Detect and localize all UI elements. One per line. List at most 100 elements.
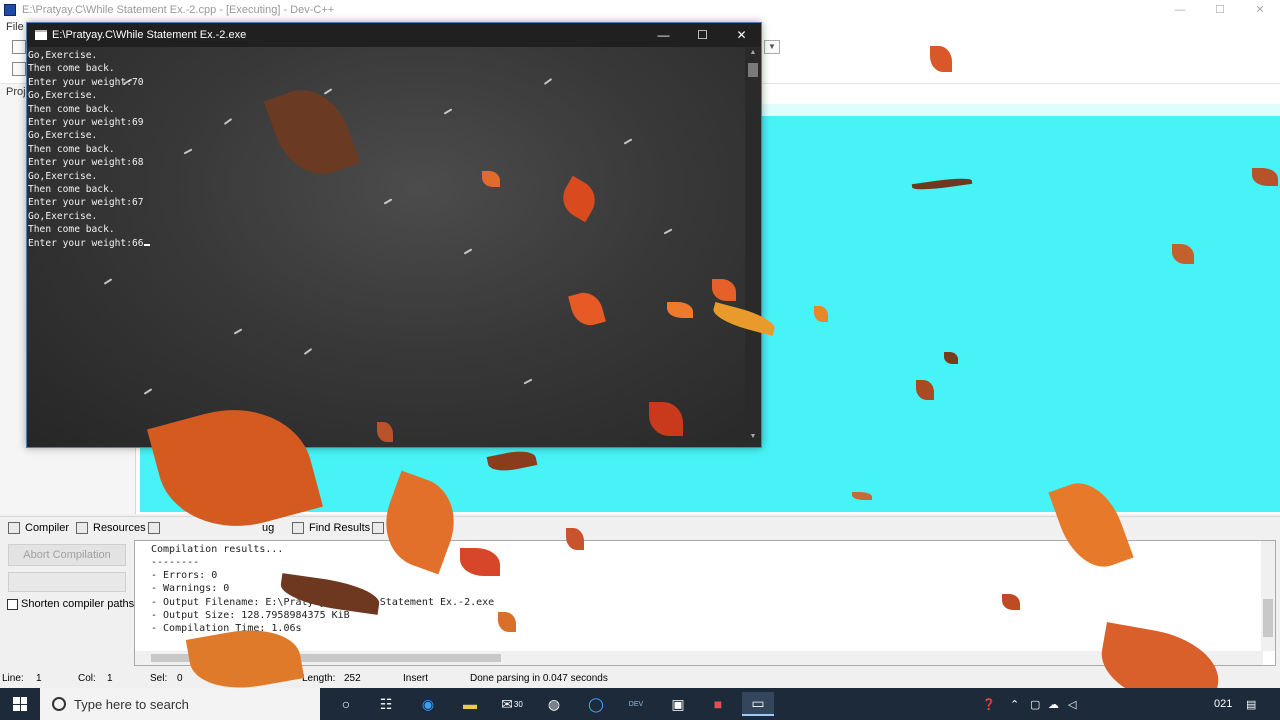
snowflake xyxy=(103,278,113,285)
tab-compiler-label: Compiler xyxy=(25,522,70,534)
status-bar: Line: 1 Col: 1 Sel: 0 Length: 252 Insert… xyxy=(0,670,1280,688)
log-horizontal-scrollbar[interactable] xyxy=(135,651,1263,665)
cortana-circle-icon[interactable]: ○ xyxy=(330,692,362,716)
taskbar: Type here to search ○ ☷ ◉ ▬ ✉ 30 ◍ ◯ DEV … xyxy=(0,688,1280,720)
console-line: Then come back. xyxy=(28,63,115,75)
tab-debug[interactable]: ug xyxy=(262,522,274,534)
cortana-app-icon[interactable]: ◯ xyxy=(580,692,612,716)
console-taskbar-icon[interactable]: ▭ xyxy=(742,692,774,716)
snowflake xyxy=(143,388,153,395)
snowflake xyxy=(303,348,313,355)
search-placeholder: Type here to search xyxy=(74,696,189,712)
snowflake xyxy=(663,228,673,235)
console-line: Go,Exercise. xyxy=(28,130,98,142)
tab-compile-log[interactable] xyxy=(148,522,165,534)
clock-fragment[interactable]: 021 xyxy=(1214,688,1232,720)
console-line: Enter your weight:68 xyxy=(28,157,144,169)
store-icon[interactable]: ▣ xyxy=(662,692,694,716)
compile-log-icon xyxy=(148,522,160,534)
console-line: Then come back. xyxy=(28,184,115,196)
tab-find-results[interactable]: Find Results xyxy=(292,522,370,534)
devcpp-close-button[interactable]: ✕ xyxy=(1240,0,1280,20)
console-minimize-button[interactable]: — xyxy=(644,23,683,47)
console-vertical-scrollbar[interactable]: ▲ ▼ xyxy=(745,47,761,447)
log-line: Compilation results... xyxy=(151,544,284,555)
autumn-leaf xyxy=(814,306,828,322)
volume-icon[interactable]: ◁ xyxy=(1068,688,1076,720)
log-vertical-scrollbar[interactable] xyxy=(1261,541,1275,651)
status-length-label: Length: xyxy=(302,673,336,684)
tab-resources[interactable]: Resources xyxy=(76,522,146,534)
battery-icon[interactable]: ▢ xyxy=(1030,688,1040,720)
abort-compilation-button[interactable]: Abort Compilation xyxy=(8,544,126,566)
file-explorer-icon[interactable]: ▬ xyxy=(454,692,486,716)
project-icon[interactable] xyxy=(12,62,26,76)
snowflake xyxy=(223,118,233,125)
autumn-leaf xyxy=(568,288,606,330)
notification-icon[interactable]: ▤ xyxy=(1246,688,1256,720)
shorten-paths-row[interactable]: Shorten compiler paths xyxy=(7,598,134,610)
console-line: Then come back. xyxy=(28,143,115,155)
tray-chevron-up-icon[interactable]: ⌃ xyxy=(1010,688,1019,720)
status-col-value: 1 xyxy=(107,673,113,684)
console-prompt: Enter your weight:66 xyxy=(28,237,144,249)
help-icon[interactable]: ❓ xyxy=(982,688,996,720)
shorten-paths-checkbox[interactable] xyxy=(7,598,18,610)
shorten-paths-label: Shorten compiler paths xyxy=(21,598,135,610)
snowflake xyxy=(543,78,553,85)
menu-file[interactable]: File xyxy=(6,21,24,33)
console-body[interactable]: Go,Exercise. Then come back. Enter your … xyxy=(27,47,745,447)
status-length-value: 252 xyxy=(344,673,361,684)
edge-browser-icon[interactable]: ◉ xyxy=(412,692,444,716)
autumn-leaf xyxy=(555,175,603,223)
scroll-down-icon[interactable]: ▼ xyxy=(745,433,761,445)
log-vscroll-thumb[interactable] xyxy=(1263,599,1273,637)
start-button[interactable] xyxy=(0,688,40,720)
autumn-leaf xyxy=(1002,594,1020,610)
console-line: Go,Exercise. xyxy=(28,210,98,222)
autumn-leaf xyxy=(377,422,393,442)
search-icon xyxy=(52,697,66,711)
console-line: Enter your weight:67 xyxy=(28,197,144,209)
tab-resources-label: Resources xyxy=(93,522,146,534)
snowflake xyxy=(443,108,453,115)
snowflake xyxy=(323,88,333,95)
tab-compiler[interactable]: Compiler xyxy=(8,522,69,534)
status-line-label: Line: xyxy=(2,673,24,684)
task-view-icon[interactable]: ☷ xyxy=(370,692,402,716)
autumn-leaf xyxy=(649,402,683,436)
console-line-current: Enter your weight:66 xyxy=(28,237,150,250)
resources-icon xyxy=(76,522,88,534)
github-icon[interactable]: ◍ xyxy=(538,692,570,716)
console-close-button[interactable]: ✕ xyxy=(722,23,761,47)
console-window[interactable]: E:\Pratyay.C\While Statement Ex.-2.exe —… xyxy=(26,22,762,448)
console-line: Then come back. xyxy=(28,224,115,236)
console-line: Enter your weight:69 xyxy=(28,117,144,129)
console-line: Go,Exercise. xyxy=(28,90,98,102)
desktop-background xyxy=(762,116,1280,512)
autumn-leaf xyxy=(263,77,361,187)
network-icon[interactable]: ☁ xyxy=(1048,688,1059,720)
status-col-label: Col: xyxy=(78,673,96,684)
console-maximize-button[interactable]: ☐ xyxy=(683,23,722,47)
red-app-icon[interactable]: ■ xyxy=(702,692,734,716)
new-file-icon[interactable] xyxy=(12,40,26,54)
status-message: Done parsing in 0.047 seconds xyxy=(470,673,608,684)
compile-progress xyxy=(8,572,126,592)
console-titlebar[interactable]: E:\Pratyay.C\While Statement Ex.-2.exe —… xyxy=(27,23,761,47)
mail-icon[interactable]: ✉ 30 xyxy=(496,692,528,716)
toolbar-dropdown-chevron-icon[interactable]: ▼ xyxy=(764,40,780,54)
console-scroll-thumb[interactable] xyxy=(748,63,758,77)
status-insert-mode: Insert xyxy=(403,673,429,684)
console-line: Go,Exercise. xyxy=(28,170,98,182)
snowflake xyxy=(463,248,473,255)
taskbar-search-box[interactable]: Type here to search xyxy=(40,688,320,720)
close-tab-icon xyxy=(372,522,384,534)
devcpp-maximize-button[interactable]: ☐ xyxy=(1200,0,1240,20)
autumn-leaf xyxy=(712,279,736,301)
devcpp-minimize-button[interactable]: — xyxy=(1160,0,1200,20)
desktop-strip xyxy=(762,104,1280,116)
snowflake xyxy=(233,328,243,335)
devcpp-taskbar-icon[interactable]: DEV xyxy=(620,692,652,716)
scroll-up-icon[interactable]: ▲ xyxy=(745,49,761,61)
